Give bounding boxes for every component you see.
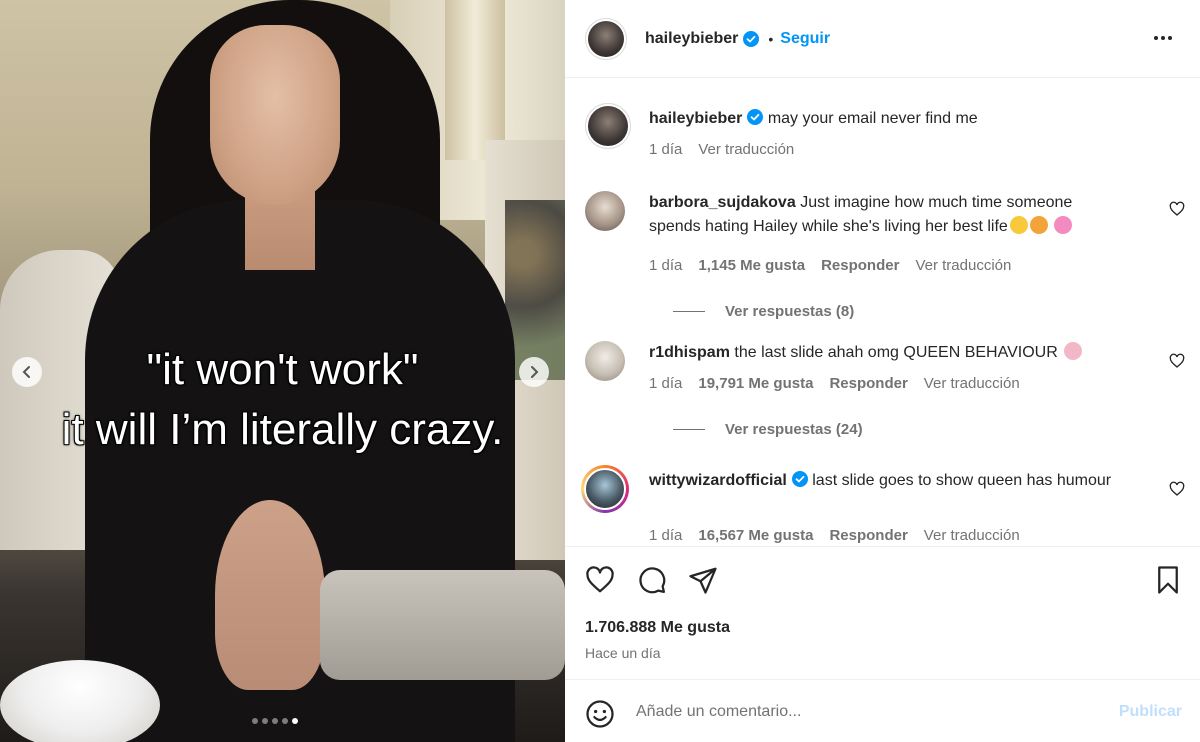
- comments-list[interactable]: haileybieber may your email never find m…: [565, 79, 1200, 546]
- comment-text: wittywizardofficial last slide goes to s…: [649, 469, 1119, 493]
- save-bookmark-icon[interactable]: [1153, 565, 1183, 595]
- author-username[interactable]: haileybieber: [645, 30, 738, 48]
- caption-translate-link[interactable]: Ver traducción: [698, 141, 794, 158]
- comment-item: barbora_sujdakova Just imagine how much …: [585, 189, 1185, 320]
- caption-body: may your email never find me: [767, 110, 978, 127]
- carousel-dot-active: [292, 718, 298, 724]
- comment-bubble-icon[interactable]: [637, 565, 667, 595]
- sofa-cushion: [320, 570, 565, 680]
- nail-polish-emoji-icon: [1064, 342, 1083, 360]
- post-header: haileybieber • Seguir: [565, 0, 1200, 78]
- comment-translate-link[interactable]: Ver traducción: [915, 257, 1011, 274]
- view-replies-button[interactable]: Ver respuestas (24): [673, 421, 863, 438]
- comment-translate-link[interactable]: Ver traducción: [924, 375, 1020, 392]
- media-caption-line1: "it won't work": [146, 345, 419, 394]
- teacup: [0, 660, 160, 742]
- verified-badge-icon: [747, 109, 764, 125]
- comment-like-heart-icon[interactable]: [1169, 353, 1185, 369]
- photo-hands: [215, 500, 325, 690]
- comment-item: r1dhispam the last slide ahah omg QUEEN …: [585, 341, 1185, 441]
- comment-meta: 1 día 1,145 Me gusta Responder Ver tradu…: [649, 257, 1011, 274]
- chevron-right-icon: [531, 366, 539, 378]
- reply-button[interactable]: Responder: [829, 375, 907, 392]
- comment-text: r1dhispam the last slide ahah omg QUEEN …: [649, 341, 1119, 365]
- comment-time[interactable]: 1 día: [649, 527, 682, 544]
- avatar[interactable]: [585, 191, 625, 231]
- flower-emoji-icon: [1054, 216, 1073, 234]
- comment-likes[interactable]: 16,567 Me gusta: [698, 527, 813, 544]
- comment-composer: Añade un comentario... Publicar: [565, 679, 1200, 742]
- carousel-dots: [252, 718, 298, 724]
- comment-like-heart-icon[interactable]: [1169, 481, 1185, 497]
- comment-likes[interactable]: 1,145 Me gusta: [698, 257, 805, 274]
- author-avatar-ring[interactable]: [585, 103, 631, 149]
- post-timestamp[interactable]: Hace un día: [585, 645, 661, 661]
- avatar: [588, 20, 624, 57]
- comment-body: the last slide ahah omg QUEEN BEHAVIOUR: [734, 344, 1058, 361]
- comment-input[interactable]: Añade un comentario...: [636, 703, 801, 721]
- carousel-dot: [262, 718, 268, 724]
- emoji-picker-icon[interactable]: [585, 699, 615, 729]
- avatar: [588, 106, 628, 146]
- comment-username[interactable]: r1dhispam: [649, 344, 730, 361]
- caption-meta: 1 día Ver traducción: [649, 141, 794, 158]
- background-curtain: [445, 0, 505, 160]
- story-ring[interactable]: [581, 465, 629, 513]
- carousel-next-button[interactable]: [519, 357, 549, 387]
- caption-text: haileybieber may your email never find m…: [649, 107, 1119, 131]
- replies-divider: [673, 429, 705, 430]
- share-send-icon[interactable]: [688, 565, 718, 595]
- comment-body: last slide goes to show queen has humour: [812, 472, 1112, 489]
- follow-button[interactable]: Seguir: [780, 30, 830, 48]
- comment-username[interactable]: barbora_sujdakova: [649, 194, 796, 211]
- chevron-left-icon: [22, 366, 30, 378]
- carousel-dot: [272, 718, 278, 724]
- like-heart-icon[interactable]: [585, 565, 615, 595]
- comment-translate-link[interactable]: Ver traducción: [924, 527, 1020, 544]
- post-sidebar: haileybieber • Seguir haileybieber may y…: [565, 0, 1200, 742]
- comment-text: barbora_sujdakova Just imagine how much …: [649, 191, 1119, 239]
- publish-button[interactable]: Publicar: [1119, 703, 1182, 721]
- comment-like-heart-icon[interactable]: [1169, 201, 1185, 217]
- smiling-hearts-emoji-icon: [1029, 216, 1048, 234]
- post-caption: haileybieber may your email never find m…: [585, 103, 1185, 173]
- comment-time[interactable]: 1 día: [649, 257, 682, 274]
- verified-badge-icon: [791, 471, 808, 487]
- caption-username[interactable]: haileybieber: [649, 110, 742, 127]
- media-caption: "it won't work" it will I’m literally cr…: [0, 340, 565, 460]
- post-media[interactable]: "it won't work" it will I’m literally cr…: [0, 0, 565, 742]
- avatar: [584, 468, 626, 510]
- comment-time[interactable]: 1 día: [649, 375, 682, 392]
- more-options-icon[interactable]: [1154, 28, 1176, 48]
- view-replies-button[interactable]: Ver respuestas (8): [673, 303, 854, 320]
- likes-count[interactable]: 1.706.888 Me gusta: [585, 619, 730, 637]
- verified-badge-icon: [743, 30, 760, 47]
- view-replies-label: Ver respuestas (24): [725, 421, 863, 438]
- post-actions: 1.706.888 Me gusta Hace un día: [565, 546, 1200, 679]
- carousel-prev-button[interactable]: [12, 357, 42, 387]
- replies-divider: [673, 311, 705, 312]
- caption-time[interactable]: 1 día: [649, 141, 682, 158]
- comment-meta: 1 día 19,791 Me gusta Responder Ver trad…: [649, 375, 1020, 392]
- comment-meta: 1 día 16,567 Me gusta Responder Ver trad…: [649, 527, 1020, 544]
- comment-likes[interactable]: 19,791 Me gusta: [698, 375, 813, 392]
- carousel-dot: [252, 718, 258, 724]
- author-avatar-ring[interactable]: [585, 17, 627, 60]
- laughing-emoji-icon: [1009, 216, 1028, 234]
- avatar[interactable]: [585, 341, 625, 381]
- media-caption-line2: it will I’m literally crazy.: [61, 405, 504, 454]
- comment-item: wittywizardofficial last slide goes to s…: [581, 465, 1185, 546]
- reply-button[interactable]: Responder: [829, 527, 907, 544]
- carousel-dot: [282, 718, 288, 724]
- reply-button[interactable]: Responder: [821, 257, 899, 274]
- separator: •: [768, 30, 774, 47]
- photo-face: [210, 25, 340, 205]
- view-replies-label: Ver respuestas (8): [725, 303, 855, 320]
- comment-username[interactable]: wittywizardofficial: [649, 472, 787, 489]
